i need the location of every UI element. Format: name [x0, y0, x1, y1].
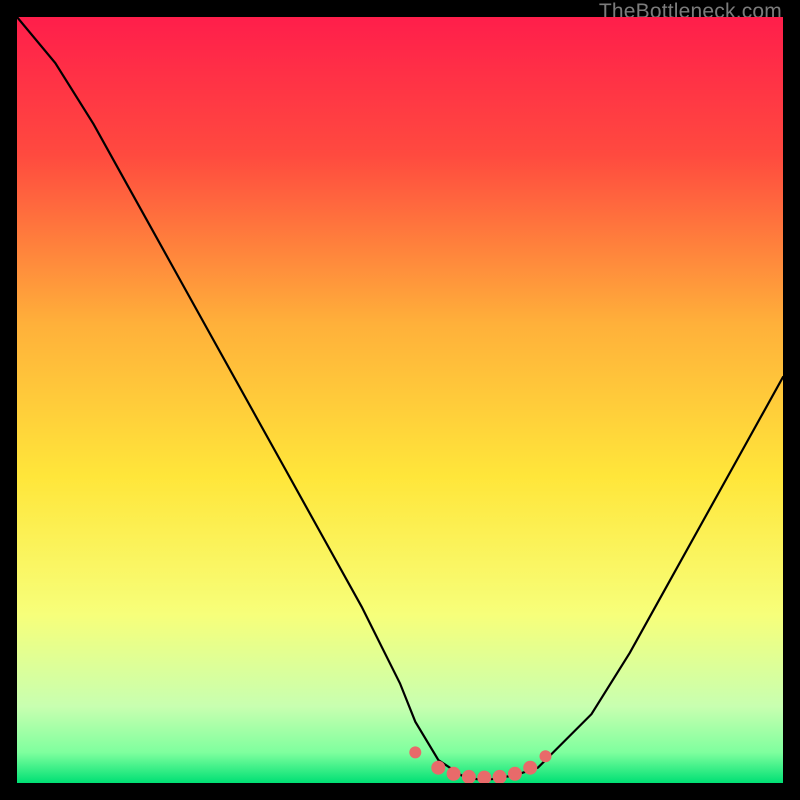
- optimal-dot: [523, 761, 537, 775]
- optimal-dot: [409, 746, 421, 758]
- optimal-dot: [540, 750, 552, 762]
- chart-frame: [17, 17, 783, 783]
- optimal-dot: [508, 767, 522, 781]
- chart-background: [17, 17, 783, 783]
- optimal-dot: [431, 761, 445, 775]
- optimal-dot: [447, 767, 461, 781]
- bottleneck-chart: [17, 17, 783, 783]
